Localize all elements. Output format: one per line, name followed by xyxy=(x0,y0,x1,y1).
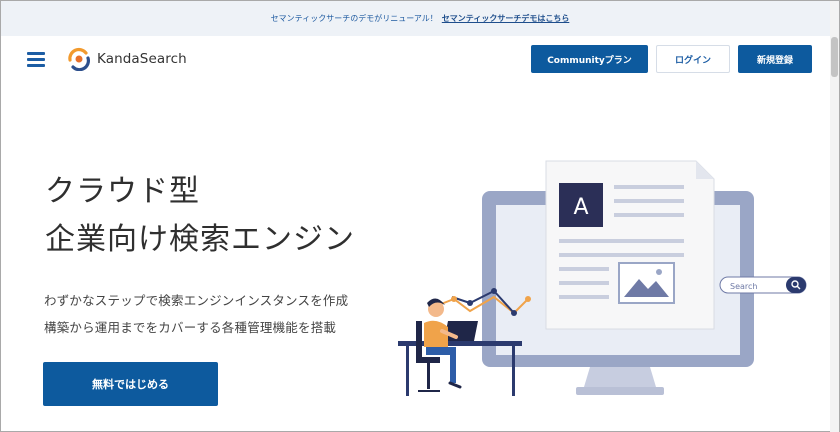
logo-text: KandaSearch xyxy=(97,51,187,67)
announcement-bar: セマンティックサーチのデモがリニューアル！ セマンティックサーチデモはこちら xyxy=(1,1,839,36)
login-button[interactable]: ログイン xyxy=(656,45,730,73)
signup-button[interactable]: 新規登録 xyxy=(738,45,812,73)
monitor-stand xyxy=(584,367,656,387)
hero-description-line1: わずかなステップで検索エンジンインスタンスを作成 xyxy=(44,293,349,308)
hero-title-line2: 企業向け検索エンジン xyxy=(45,222,355,257)
hero-description-line2: 構築から運用までをカバーする各種管理機能を搭載 xyxy=(44,320,337,335)
doc-letter: A xyxy=(573,195,588,220)
scrollbar[interactable] xyxy=(830,1,839,432)
header: KandaSearch Communityプラン ログイン 新規登録 xyxy=(1,36,839,82)
start-free-button[interactable]: 無料ではじめる xyxy=(43,362,218,406)
menu-icon[interactable] xyxy=(27,52,45,67)
laptop xyxy=(444,321,478,341)
announcement-text: セマンティックサーチのデモがリニューアル！ xyxy=(270,14,438,23)
search-button xyxy=(786,277,806,293)
hero-title-line1: クラウド型 xyxy=(45,174,200,209)
hero-illustration: A Search xyxy=(398,160,807,396)
monitor-base xyxy=(576,387,664,395)
logo[interactable]: KandaSearch xyxy=(67,47,187,71)
community-plan-button[interactable]: Communityプラン xyxy=(531,45,648,73)
logo-icon xyxy=(68,47,90,71)
search-placeholder: Search xyxy=(730,282,757,291)
announcement-link[interactable]: セマンティックサーチデモはこちら xyxy=(442,13,570,24)
scrollbar-thumb[interactable] xyxy=(831,37,838,77)
